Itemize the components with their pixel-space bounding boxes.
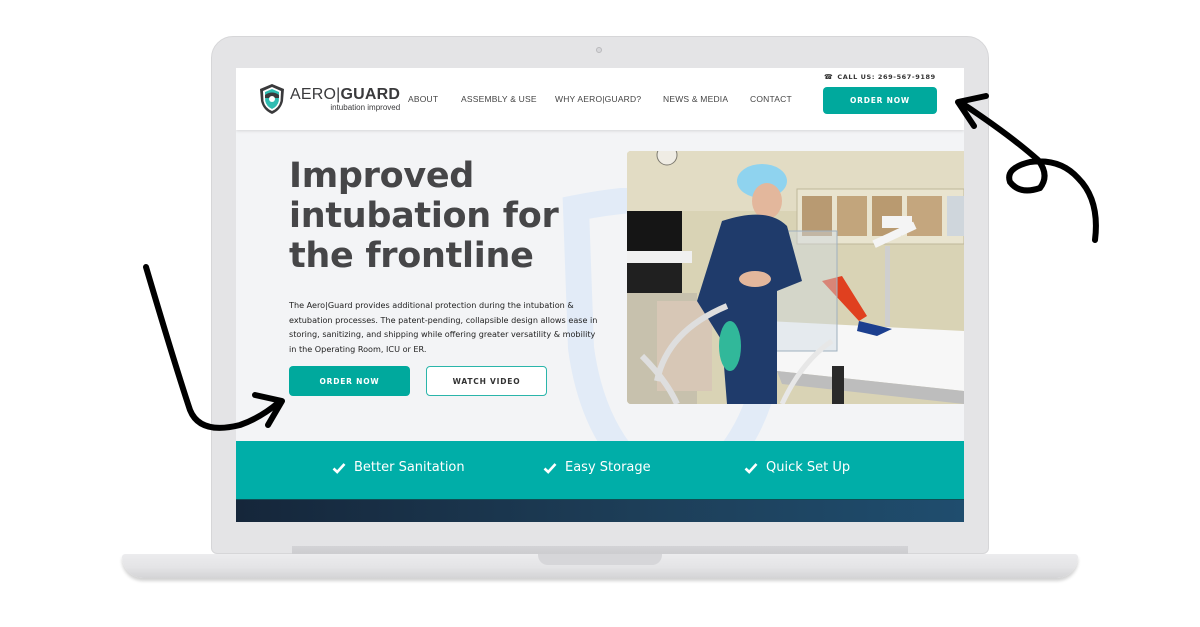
features-band: Better Sanitation Easy Storage Quick Set… [236,441,964,499]
nav-news-media[interactable]: NEWS & MEDIA [663,94,728,104]
dark-section-band [236,499,964,522]
nav-why-aeroguard[interactable]: WHY AERO|GUARD? [555,94,641,104]
hero-order-now-button[interactable]: ORDER NOW [289,366,410,396]
check-icon [744,462,758,474]
hand-drawn-arrow-right-icon [955,93,1099,243]
hero-headline: Improved intubation for the frontline [289,156,589,276]
phone-icon: ☎ [824,73,834,81]
website-screen: AERO|GUARD intubation improved ABOUT ASS… [236,68,964,522]
operating-room-photo [627,151,964,404]
watch-video-button[interactable]: WATCH VIDEO [426,366,547,396]
feature-quick-set-up: Quick Set Up [744,460,850,475]
headline-line: the frontline [289,236,534,276]
feature-label: Quick Set Up [766,460,851,475]
hero-photo [627,151,964,404]
hand-drawn-arrow-left-icon [143,264,285,431]
call-us[interactable]: ☎ CALL US: 269-567-9189 [824,73,936,81]
hero-description: The Aero|Guard provides additional prote… [289,300,598,354]
header-order-now-button[interactable]: ORDER NOW [823,87,937,114]
check-icon [332,462,346,474]
webcam [596,47,602,53]
laptop-notch [538,554,662,565]
call-us-label: CALL US: 269-567-9189 [837,73,936,81]
logo[interactable]: AERO|GUARD intubation improved [258,82,400,116]
check-icon [543,462,557,474]
nav-about[interactable]: ABOUT [408,94,438,104]
feature-better-sanitation: Better Sanitation [332,460,465,475]
nav-assembly-use[interactable]: ASSEMBLY & USE [461,94,537,104]
logo-word-light: AERO [290,86,337,103]
feature-label: Easy Storage [565,460,651,475]
headline-line: intubation for [289,196,559,236]
feature-easy-storage: Easy Storage [543,460,651,475]
feature-label: Better Sanitation [354,460,465,475]
headline-line: Improved [289,156,475,196]
nav-contact[interactable]: CONTACT [750,94,792,104]
logo-word-bold: GUARD [340,86,401,103]
logo-tagline: intubation improved [330,103,401,112]
site-header: AERO|GUARD intubation improved ABOUT ASS… [236,68,964,130]
shield-logo-icon [260,84,284,114]
